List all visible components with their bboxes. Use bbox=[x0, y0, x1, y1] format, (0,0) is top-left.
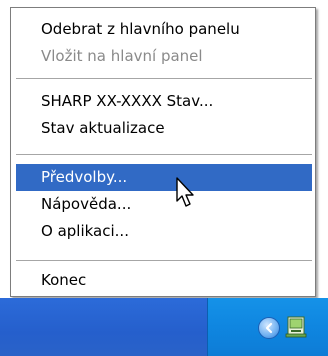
menu-item-update-status[interactable]: Stav aktualizace bbox=[16, 115, 312, 142]
menu-separator bbox=[16, 154, 312, 155]
printer-status-icon[interactable] bbox=[285, 315, 309, 339]
menu-separator bbox=[16, 260, 312, 261]
context-menu: Odebrat z hlavního panelu Vložit na hlav… bbox=[10, 7, 316, 297]
menu-separator bbox=[16, 78, 312, 79]
menu-item-remove-from-taskbar[interactable]: Odebrat z hlavního panelu bbox=[16, 16, 312, 43]
menu-item-preferences[interactable]: Předvolby... bbox=[16, 164, 312, 191]
menu-item-device-status[interactable]: SHARP XX-XXXX Stav... bbox=[16, 88, 312, 115]
menu-item-about[interactable]: O aplikaci... bbox=[16, 218, 312, 245]
menu-item-add-to-taskbar: Vložit na hlavní panel bbox=[41, 47, 203, 65]
menu-item-help[interactable]: Nápověda... bbox=[16, 191, 312, 218]
chevron-left-icon[interactable] bbox=[258, 317, 280, 339]
menu-item-exit[interactable]: Konec bbox=[16, 267, 312, 294]
